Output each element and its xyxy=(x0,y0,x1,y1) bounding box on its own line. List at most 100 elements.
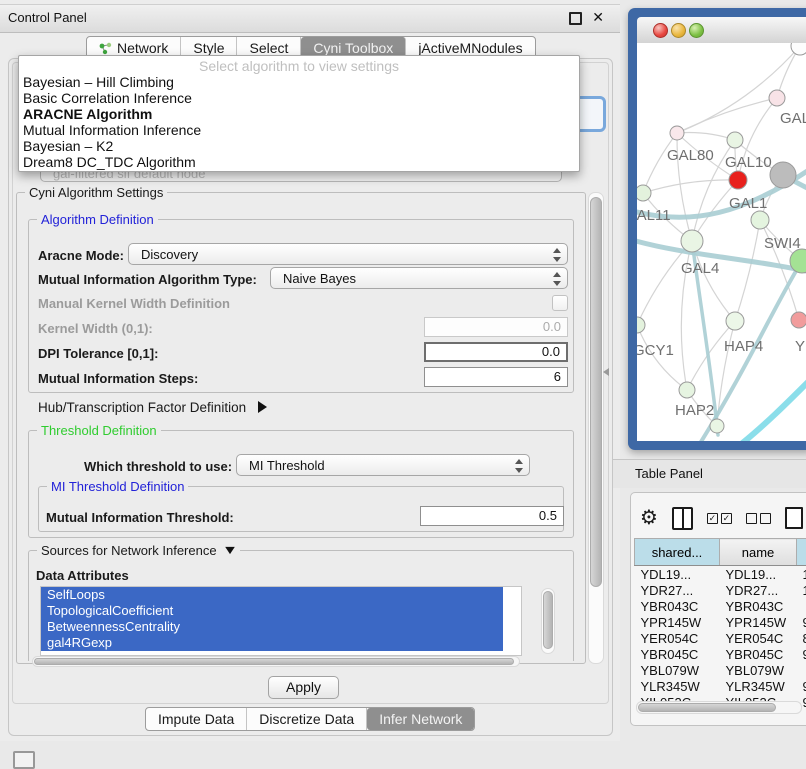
data-attribute-item[interactable]: SelfLoops xyxy=(41,587,503,603)
mi-threshold-field[interactable] xyxy=(420,506,564,526)
network-node-gcy1[interactable] xyxy=(637,317,645,333)
mi-steps-field[interactable] xyxy=(424,367,568,387)
hub-transcription-factor-toggle[interactable]: Hub/Transcription Factor Definition xyxy=(38,400,267,415)
table-cell: YDR27... xyxy=(635,582,720,598)
table-cell: YDL19... xyxy=(635,566,720,583)
settings-vscrollbar[interactable] xyxy=(588,192,604,664)
algorithm-option[interactable]: ARACNE Algorithm xyxy=(19,106,579,122)
data-attributes-list[interactable]: SelfLoopsTopologicalCoefficientBetweenne… xyxy=(40,586,522,656)
network-node-y[interactable] xyxy=(791,312,806,328)
which-threshold-value: MI Threshold xyxy=(249,458,325,473)
column-header[interactable]: shared... xyxy=(635,539,720,566)
network-node-hap2[interactable] xyxy=(679,382,695,398)
network-edge[interactable] xyxy=(643,180,738,193)
close-icon[interactable]: ✕ xyxy=(592,9,604,26)
table-row[interactable]: YDL19...YDL19...13 xyxy=(635,566,806,583)
network-edge-weighted[interactable] xyxy=(740,378,806,441)
network-node[interactable] xyxy=(710,419,724,433)
network-canvas[interactable]: GALGAL80GAL10GAL1GAL11GAL4SWI4GCY1HAP4YH… xyxy=(637,43,806,441)
algorithm-option[interactable]: Bayesian – Hill Climbing xyxy=(19,74,579,90)
network-node[interactable] xyxy=(751,211,769,229)
table-cell: YBL079W xyxy=(635,662,720,678)
network-node-gal4[interactable] xyxy=(681,230,703,252)
table-columns-icon[interactable] xyxy=(672,507,693,530)
close-traffic-light-icon[interactable] xyxy=(653,23,668,38)
column-header[interactable]: name xyxy=(720,539,797,566)
table-row[interactable]: YBL079WYBL079W xyxy=(635,662,806,678)
tab-label: Discretize Data xyxy=(259,708,354,730)
aracne-mode-combo[interactable]: Discovery xyxy=(128,243,568,265)
dpi-tolerance-label: DPI Tolerance [0,1]: xyxy=(38,346,158,361)
table-hscrollbar[interactable] xyxy=(636,701,802,714)
mi-algorithm-type-label: Mutual Information Algorithm Type: xyxy=(38,272,257,287)
threshold-definition-legend: Threshold Definition xyxy=(37,423,161,438)
manual-kernel-width-label: Manual Kernel Width Definition xyxy=(38,296,230,311)
combo-stepper-icon[interactable] xyxy=(514,459,523,473)
expanded-arrow-icon[interactable] xyxy=(225,547,235,554)
table-row[interactable]: YDR27...YDR27...12 xyxy=(635,582,806,598)
deselect-all-checkboxes-icon[interactable] xyxy=(746,513,771,524)
network-node-gal[interactable] xyxy=(769,90,785,106)
table-row[interactable]: YBR043CYBR043C xyxy=(635,598,806,614)
table-row[interactable]: YBR045CYBR045C9. xyxy=(635,646,806,662)
apply-button[interactable]: Apply xyxy=(268,676,339,699)
node-label: HAP4 xyxy=(724,338,763,355)
network-edge[interactable] xyxy=(735,220,760,321)
table-hscrollbar-thumb[interactable] xyxy=(638,703,776,712)
network-edge[interactable] xyxy=(677,132,735,140)
algorithm-option[interactable]: Dream8 DC_TDC Algorithm xyxy=(19,154,579,170)
sources-hscrollbar[interactable] xyxy=(32,656,520,667)
network-node-hap4[interactable] xyxy=(726,312,744,330)
algorithm-option[interactable]: Mutual Information Inference xyxy=(19,122,579,138)
control-panel-title: Control Panel xyxy=(8,10,87,25)
table-cell: 13 xyxy=(797,566,806,583)
settings-vscrollbar-thumb[interactable] xyxy=(590,197,602,587)
table-cell xyxy=(797,662,806,678)
combo-stepper-icon[interactable] xyxy=(552,272,561,286)
tab-discretize-data[interactable]: Discretize Data xyxy=(247,708,367,730)
network-node-gal11[interactable] xyxy=(637,185,651,201)
network-node[interactable] xyxy=(770,162,796,188)
select-all-checkboxes-icon[interactable]: ✓✓ xyxy=(707,513,732,524)
network-node-gal80[interactable] xyxy=(670,126,684,140)
table-row[interactable]: YER054CYER054C8. xyxy=(635,630,806,646)
kernel-width-field[interactable] xyxy=(424,317,568,337)
dpi-tolerance-field[interactable] xyxy=(424,342,568,362)
zoom-traffic-light-icon[interactable] xyxy=(689,23,704,38)
minimize-traffic-light-icon[interactable] xyxy=(671,23,686,38)
document-icon[interactable] xyxy=(785,507,803,529)
data-attribute-item[interactable]: TopologicalCoefficient xyxy=(41,603,503,619)
attr-list-vscrollbar[interactable] xyxy=(541,588,555,654)
sources-legend-row[interactable]: Sources for Network Inference xyxy=(37,543,240,558)
attr-list-vscrollbar-thumb[interactable] xyxy=(543,591,553,649)
data-attribute-item[interactable]: gal4RGexp xyxy=(41,635,503,651)
sources-hscrollbar-thumb[interactable] xyxy=(34,658,514,665)
algorithm-option[interactable]: Bayesian – K2 xyxy=(19,138,579,154)
settings-gear-icon[interactable]: ⚙ xyxy=(640,508,658,528)
combo-stepper-icon[interactable] xyxy=(552,248,561,262)
minimized-panel-chip[interactable] xyxy=(13,751,35,769)
manual-kernel-width-checkbox[interactable] xyxy=(552,295,568,311)
table-cell: 9. xyxy=(797,646,806,662)
network-edge[interactable] xyxy=(677,98,777,133)
table-row[interactable]: YPR145WYPR145W9. xyxy=(635,614,806,630)
network-window-titlebar[interactable] xyxy=(637,17,806,44)
column-header[interactable] xyxy=(797,539,806,566)
algorithm-dropdown-prompt: Select algorithm to view settings xyxy=(19,58,579,74)
mi-algorithm-type-value: Naive Bayes xyxy=(283,271,356,286)
tab-impute-data[interactable]: Impute Data xyxy=(146,708,247,730)
data-attribute-item[interactable]: BetweennessCentrality xyxy=(41,619,503,635)
network-node-gal1[interactable] xyxy=(729,171,747,189)
table-row[interactable]: YLR345WYLR345W9. xyxy=(635,678,806,694)
panel-divider-collapse-icon[interactable] xyxy=(603,368,609,376)
table-cell: YBL079W xyxy=(720,662,797,678)
network-node-gal10[interactable] xyxy=(727,132,743,148)
collapsed-arrow-icon[interactable] xyxy=(258,401,267,413)
algorithm-option[interactable]: Basic Correlation Inference xyxy=(19,90,579,106)
mi-threshold-definition-legend: MI Threshold Definition xyxy=(47,479,188,494)
tab-infer-network[interactable]: Infer Network xyxy=(367,708,474,730)
mi-algorithm-type-combo[interactable]: Naive Bayes xyxy=(270,267,568,289)
which-threshold-label: Which threshold to use: xyxy=(84,459,232,474)
which-threshold-combo[interactable]: MI Threshold xyxy=(236,454,530,476)
float-window-icon[interactable] xyxy=(569,12,582,25)
